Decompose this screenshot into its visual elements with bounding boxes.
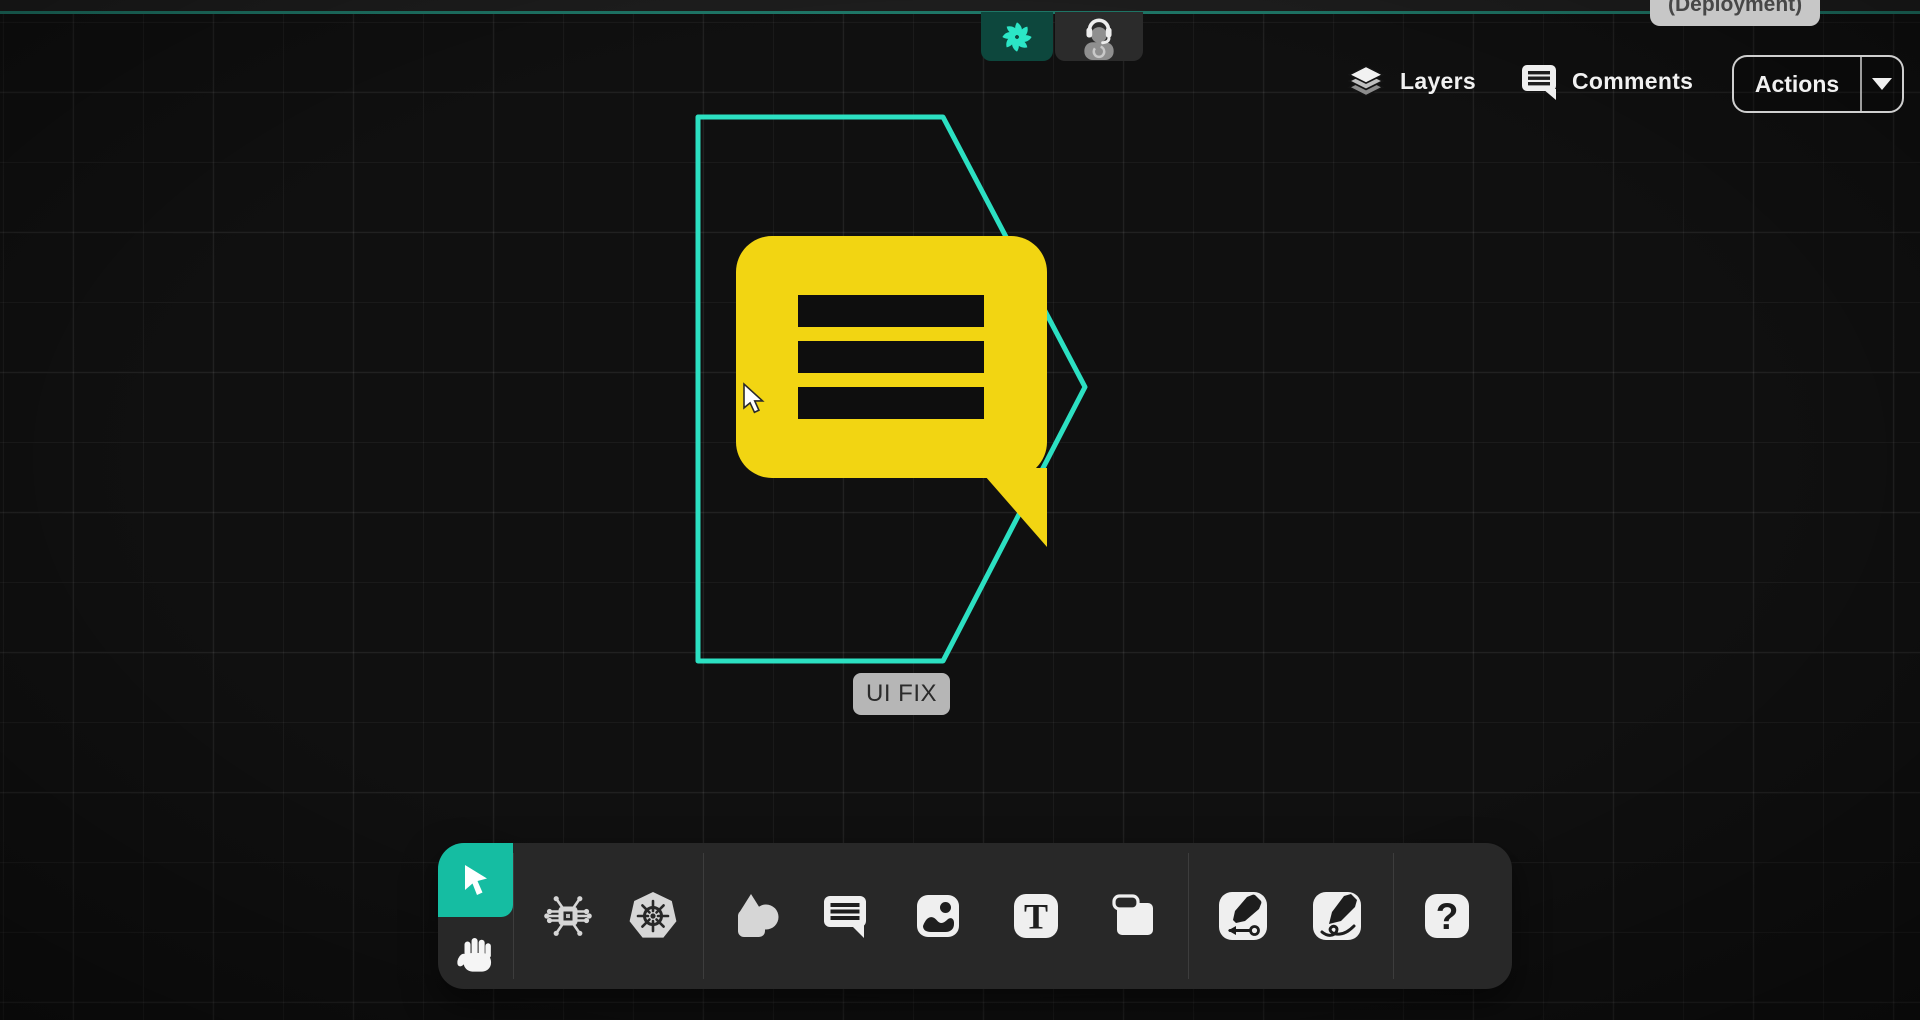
pencil-scribble-icon [1311, 890, 1363, 942]
pen-connector-icon [1217, 890, 1269, 942]
headset-user-icon [1076, 14, 1122, 60]
question-mark-icon: ? [1421, 890, 1473, 942]
layers-label: Layers [1400, 68, 1476, 95]
connector-tool[interactable] [1217, 890, 1269, 942]
svg-text:T: T [1024, 897, 1048, 937]
chat-bubble-shape[interactable] [736, 236, 1047, 547]
toolbar-divider [1188, 853, 1189, 979]
text-t-icon: T [1010, 890, 1062, 942]
card-tool[interactable] [1108, 890, 1160, 942]
comment-tool[interactable] [819, 890, 871, 942]
support-agent-tab[interactable] [1055, 12, 1143, 61]
shapes-tool[interactable] [729, 890, 781, 942]
toolbar-divider [703, 853, 704, 979]
image-icon [912, 890, 964, 942]
app-brand-tab[interactable] [981, 12, 1053, 61]
speech-bubble-lines-icon [819, 889, 871, 943]
kubernetes-tool[interactable] [627, 890, 679, 942]
draw-tool[interactable] [1311, 890, 1363, 942]
kubernetes-helm-icon [627, 889, 679, 943]
caret-down-icon [1872, 78, 1892, 90]
help-tool[interactable]: ? [1421, 890, 1473, 942]
hand-icon [453, 930, 499, 976]
svg-text:?: ? [1436, 896, 1459, 937]
actions-dropdown[interactable] [1862, 57, 1902, 111]
card-icon [1108, 890, 1160, 942]
microchip-icon [542, 890, 594, 942]
shapes-icon [729, 890, 781, 942]
toolbar-divider [513, 853, 514, 979]
cursor-arrow-icon [454, 858, 498, 902]
pan-tool[interactable] [438, 917, 513, 989]
image-tool[interactable] [912, 890, 964, 942]
layers-icon [1345, 61, 1387, 101]
actions-divider [1860, 57, 1862, 111]
actions-button[interactable]: Actions [1732, 55, 1904, 113]
layers-button[interactable]: Layers [1345, 60, 1476, 102]
comments-button[interactable]: Comments [1519, 60, 1693, 102]
text-tool[interactable]: T [1010, 890, 1062, 942]
actions-label: Actions [1734, 57, 1860, 111]
shape-name-label: UI FIX [853, 673, 950, 715]
comment-bubble-icon [1519, 61, 1559, 101]
chip-tool[interactable] [542, 890, 594, 942]
toolbar-divider [1393, 853, 1394, 979]
teal-pinwheel-icon [997, 17, 1037, 57]
canvas[interactable]: (Deployment) [0, 0, 1920, 1020]
tools-toolbar: T [438, 843, 1512, 989]
comments-label: Comments [1572, 68, 1693, 95]
deployment-tag: (Deployment) [1650, 0, 1820, 26]
select-tool[interactable] [438, 843, 513, 917]
